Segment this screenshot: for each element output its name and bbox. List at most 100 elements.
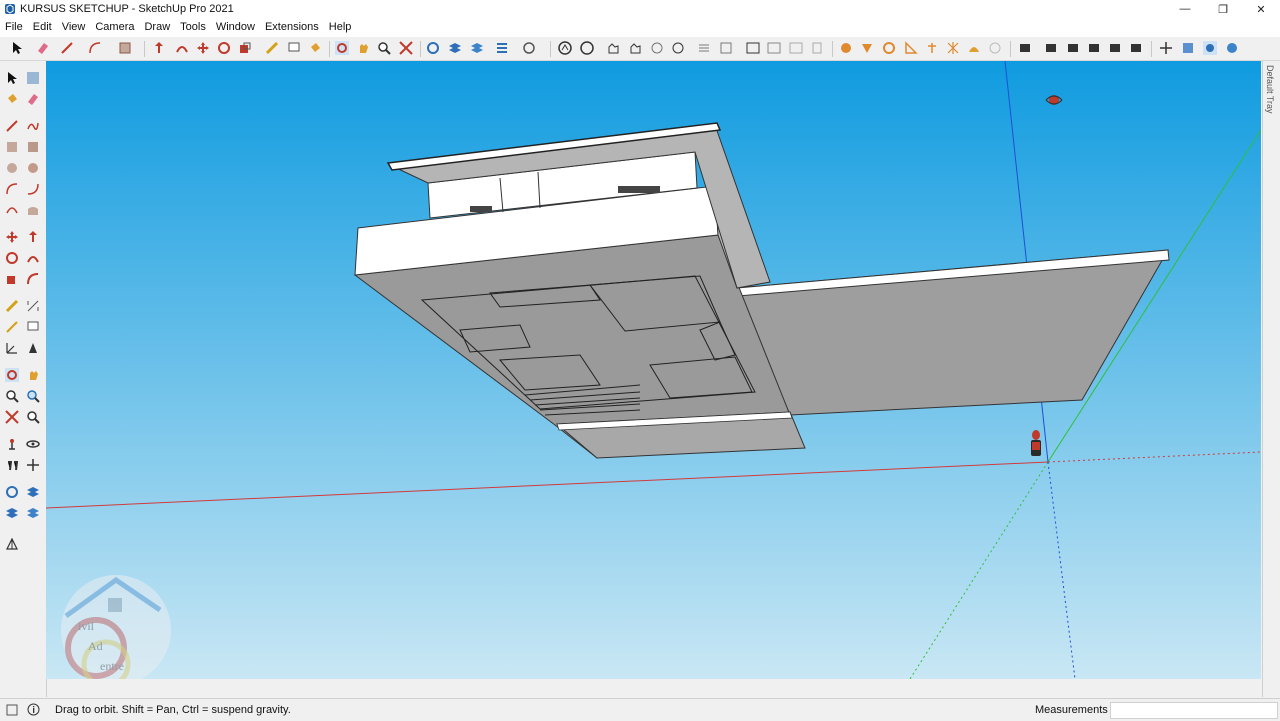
display-section-icon[interactable]: [26, 458, 40, 472]
menu-view[interactable]: View: [57, 18, 91, 37]
push-pull-icon[interactable]: [152, 41, 166, 55]
three-point-arc-icon[interactable]: [26, 203, 40, 217]
toolbar-icon[interactable]: [1225, 41, 1239, 55]
previous-view-icon[interactable]: [26, 410, 40, 424]
toolbar-icon[interactable]: [1159, 41, 1173, 55]
polygon-icon[interactable]: [26, 161, 40, 175]
toolbar-icon[interactable]: [719, 41, 733, 55]
toolbar-icon[interactable]: [967, 41, 981, 55]
front-view-icon[interactable]: [470, 41, 484, 55]
eraser-icon[interactable]: [26, 92, 40, 106]
toolbar-icon[interactable]: [1203, 41, 1217, 55]
pie-icon[interactable]: [26, 182, 40, 196]
toolbar-icon[interactable]: [1066, 41, 1080, 55]
menu-file[interactable]: File: [0, 18, 28, 37]
select-icon[interactable]: [5, 71, 19, 85]
close-button[interactable]: ✕: [1242, 0, 1280, 18]
zoom-window-icon[interactable]: [26, 389, 40, 403]
arc-icon[interactable]: [88, 41, 102, 55]
text-icon[interactable]: [287, 41, 301, 55]
freehand-icon[interactable]: [26, 119, 40, 133]
toolbar-icon[interactable]: [1181, 41, 1195, 55]
toolbar-icon[interactable]: [810, 41, 824, 55]
zoom-extents-icon[interactable]: [5, 410, 19, 424]
restore-button[interactable]: ❐: [1204, 0, 1242, 18]
default-tray-strip[interactable]: Default Tray: [1262, 61, 1280, 697]
menu-extensions[interactable]: Extensions: [260, 18, 324, 37]
rectangle-icon[interactable]: [5, 140, 19, 154]
menu-tools[interactable]: Tools: [175, 18, 211, 37]
rotate-icon[interactable]: [217, 41, 231, 55]
paint-bucket-icon[interactable]: [308, 41, 322, 55]
default-tray-label[interactable]: Default Tray: [1265, 65, 1275, 114]
zoom-icon[interactable]: [5, 389, 19, 403]
circle-icon[interactable]: [5, 161, 19, 175]
walk-icon[interactable]: [5, 458, 19, 472]
menu-help[interactable]: Help: [324, 18, 357, 37]
tape-measure-icon[interactable]: [265, 41, 279, 55]
follow-me-icon[interactable]: [175, 41, 189, 55]
toolbar-icon[interactable]: [1087, 41, 1101, 55]
warehouse-icon[interactable]: [606, 41, 620, 55]
toolbar-icon[interactable]: [1108, 41, 1122, 55]
component-icon[interactable]: [26, 71, 40, 85]
rectangle-icon[interactable]: [118, 41, 132, 55]
menu-window[interactable]: Window: [211, 18, 260, 37]
two-point-arc-icon[interactable]: [5, 203, 19, 217]
geo-location-icon[interactable]: [6, 704, 18, 716]
menu-draw[interactable]: Draw: [139, 18, 175, 37]
extension-icon[interactable]: [628, 41, 642, 55]
line-icon[interactable]: [60, 41, 74, 55]
orbit-icon[interactable]: [335, 41, 349, 55]
section-plane-icon[interactable]: [495, 41, 509, 55]
shadows-icon[interactable]: [522, 41, 536, 55]
section-fill-icon[interactable]: [26, 485, 40, 499]
model-viewport[interactable]: ivil Ad entre: [46, 61, 1261, 679]
select-icon[interactable]: [10, 41, 24, 55]
rotated-rectangle-icon[interactable]: [26, 140, 40, 154]
info-icon[interactable]: [27, 703, 40, 716]
scale-icon[interactable]: [5, 272, 19, 286]
look-around-icon[interactable]: [26, 437, 40, 451]
minimize-button[interactable]: —: [1166, 0, 1204, 18]
tape-measure-icon[interactable]: [5, 299, 19, 313]
pan-icon[interactable]: [26, 368, 40, 382]
toolbar-icon[interactable]: [925, 41, 939, 55]
menu-edit[interactable]: Edit: [28, 18, 57, 37]
toolbar-icon[interactable]: [860, 41, 874, 55]
toolbar-icon[interactable]: [697, 41, 711, 55]
toolbar-icon[interactable]: [946, 41, 960, 55]
dimension-icon[interactable]: [26, 299, 40, 313]
sandbox-icon[interactable]: [5, 506, 19, 520]
top-view-icon[interactable]: [448, 41, 462, 55]
eraser-icon[interactable]: [36, 41, 50, 55]
follow-me-icon[interactable]: [26, 251, 40, 265]
axes-icon[interactable]: [5, 341, 19, 355]
toolbar-icon[interactable]: [767, 41, 781, 55]
rotate-icon[interactable]: [5, 251, 19, 265]
3d-text-icon[interactable]: [26, 341, 40, 355]
sandbox-icon[interactable]: [26, 506, 40, 520]
toolbar-icon[interactable]: [882, 41, 896, 55]
arc-icon[interactable]: [5, 182, 19, 196]
pan-icon[interactable]: [356, 41, 370, 55]
toolbar-icon[interactable]: [789, 41, 803, 55]
push-pull-icon[interactable]: [26, 230, 40, 244]
line-icon[interactable]: [5, 119, 19, 133]
sandbox-icon[interactable]: [558, 41, 572, 55]
sandbox-icon[interactable]: [5, 537, 19, 551]
position-camera-icon[interactable]: [5, 437, 19, 451]
toolbar-icon[interactable]: [988, 41, 1002, 55]
move-icon[interactable]: [5, 230, 19, 244]
orbit-icon[interactable]: [5, 368, 19, 382]
scale-icon[interactable]: [238, 41, 252, 55]
offset-icon[interactable]: [26, 272, 40, 286]
toolbar-icon[interactable]: [1018, 41, 1032, 55]
section-plane-icon[interactable]: [5, 485, 19, 499]
menu-camera[interactable]: Camera: [90, 18, 139, 37]
toolbar-icon[interactable]: [839, 41, 853, 55]
toolbar-icon[interactable]: [1129, 41, 1143, 55]
text-icon[interactable]: [26, 320, 40, 334]
protractor-icon[interactable]: [5, 320, 19, 334]
zoom-icon[interactable]: [377, 41, 391, 55]
